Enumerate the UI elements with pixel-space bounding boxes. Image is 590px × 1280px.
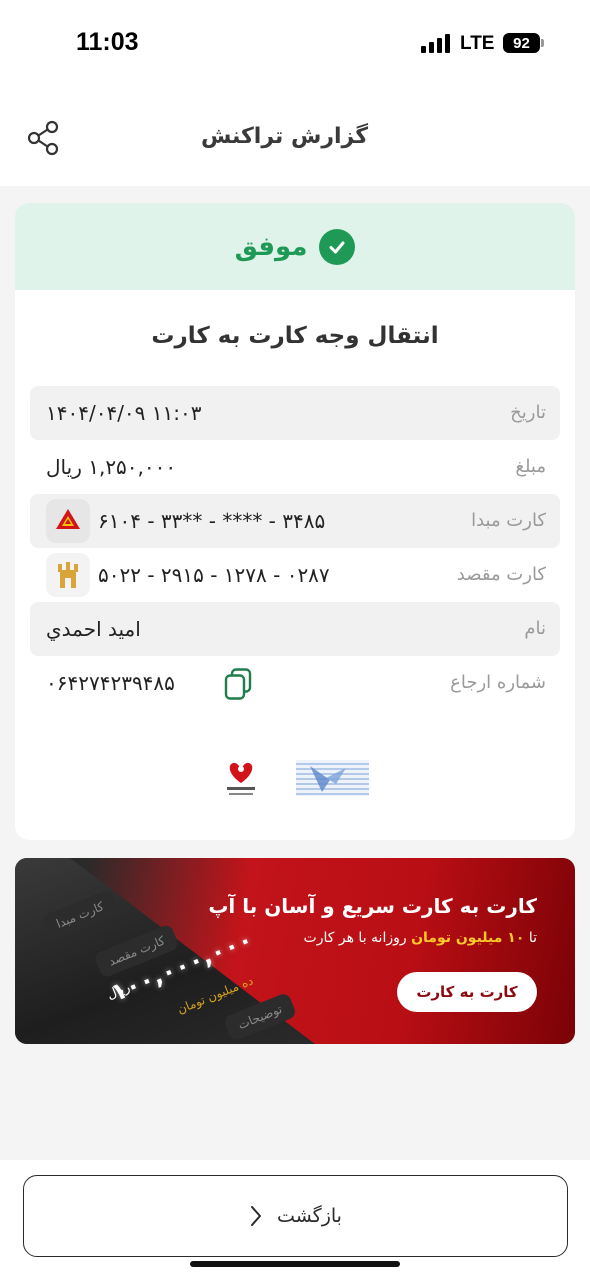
row-value: ۵۰۲۲ - ۲۹۱۵ - ۱۲۷۸ - ۰۲۸۷ [98, 563, 330, 587]
row-value: امید احمدي [46, 617, 141, 641]
chevron-right-icon [251, 1206, 262, 1226]
row-destination-card: کارت مقصد ۵۰۲۲ - ۲۹۱۵ - ۱۲۷۸ - ۰۲۸۷ [30, 548, 560, 602]
row-label: کارت مقصد [456, 564, 546, 585]
share-icon[interactable] [26, 120, 60, 156]
promo-card-to-card-button[interactable]: کارت به کارت [397, 972, 537, 1012]
shaparak-logo [296, 760, 369, 796]
promo-subtitle-prefix: تا [528, 930, 537, 946]
row-label: شماره ارجاع [450, 672, 546, 693]
check-circle-icon [319, 228, 356, 265]
transaction-title: انتقال وجه کارت به کارت [151, 323, 439, 349]
row-label: نام [524, 618, 546, 639]
back-label: بازگشت [277, 1205, 342, 1227]
header: گزارش تراکنش [0, 90, 590, 186]
status-text: موفق [234, 231, 308, 262]
receipt-card: موفق انتقال وجه کارت به کارت تاریخ ۱۴۰۴/… [15, 203, 575, 840]
promo-subtitle-highlight: ۱۰ میلیون تومان [411, 930, 525, 946]
network-label: LTE [460, 33, 495, 54]
status-time: 11:03 [76, 28, 139, 56]
row-value: ۱,۲۵۰,۰۰۰ ریال [46, 455, 177, 479]
row-label: مبلغ [515, 456, 546, 477]
row-date: تاریخ ۱۴۰۴/۰۴/۰۹ ۱۱:۰۳ [30, 386, 560, 440]
row-value: ۰۶۴۲۷۴۲۳۹۴۸۵ [46, 671, 175, 695]
bank-mellat-icon [46, 499, 90, 543]
battery-icon: 92 [503, 33, 540, 53]
back-button[interactable]: بازگشت [23, 1175, 568, 1257]
promo-banner[interactable]: کارت مبدا کارت مقصد توضیحات ۱۰۰,۰۰۰,۰۰۰ … [15, 858, 575, 1044]
promo-subtitle-suffix: روزانه با هر کارت [303, 930, 407, 946]
bank-pasargad-icon [46, 553, 90, 597]
row-source-card: کارت مبدا ۶۱۰۴ - ۳۳** - **** - ۳۴۸۵ [30, 494, 560, 548]
promo-subtitle: تا ۱۰ میلیون تومان روزانه با هر کارت [304, 930, 537, 946]
page-title: گزارش تراکنش [200, 124, 368, 149]
row-value: ۶۱۰۴ - ۳۳** - **** - ۳۴۸۵ [98, 509, 326, 533]
status-bar: 11:03 LTE 92 [0, 0, 590, 90]
row-label: کارت مبدا [471, 510, 546, 531]
home-indicator [190, 1261, 400, 1267]
sep-logo [227, 762, 255, 795]
signal-icon [421, 33, 450, 53]
row-reference: شماره ارجاع ۰۶۴۲۷۴۲۳۹۴۸۵ [30, 656, 560, 710]
row-value: ۱۴۰۴/۰۴/۰۹ ۱۱:۰۳ [46, 401, 202, 425]
battery-tip [541, 39, 544, 47]
status-banner: موفق [15, 203, 575, 290]
copy-icon[interactable] [224, 668, 252, 700]
row-label: تاریخ [510, 402, 546, 423]
row-name: نام امید احمدي [30, 602, 560, 656]
promo-title: کارت به کارت سریع و آسان با آپ [208, 894, 537, 918]
row-amount: مبلغ ۱,۲۵۰,۰۰۰ ریال [30, 440, 560, 494]
